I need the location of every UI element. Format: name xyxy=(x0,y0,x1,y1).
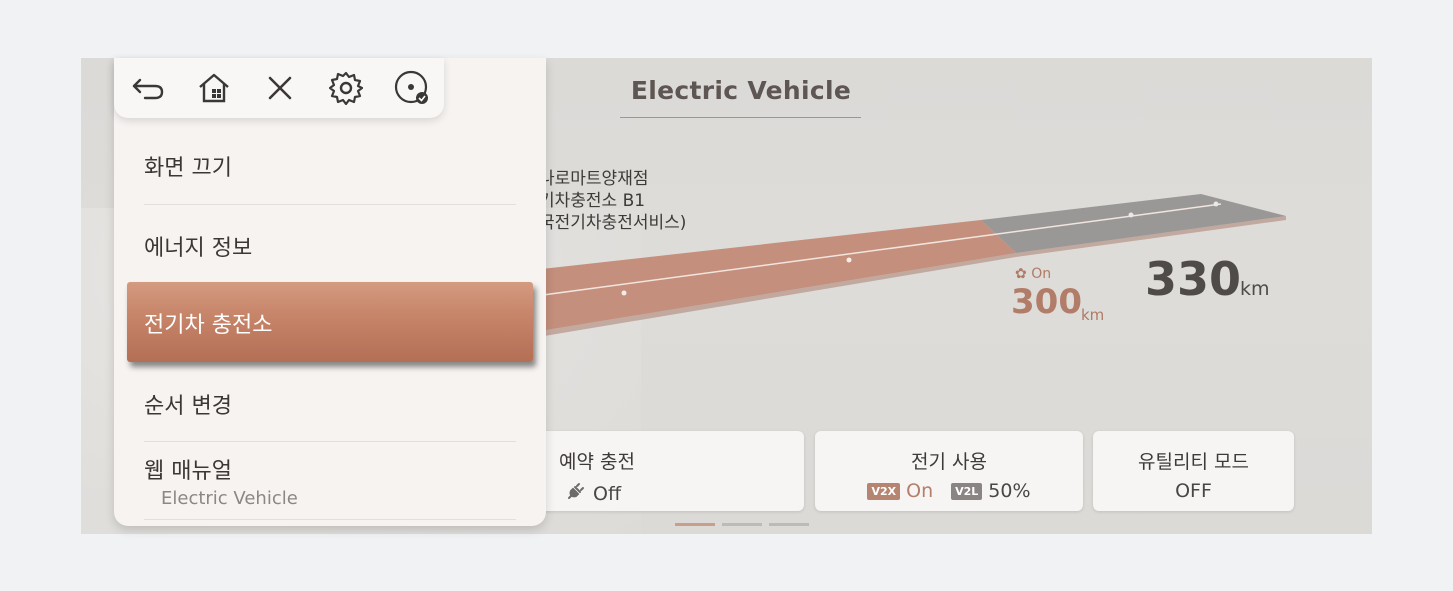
plug-icon xyxy=(565,480,587,507)
disc-icon[interactable] xyxy=(394,70,430,106)
range-value: 330 xyxy=(1145,252,1242,306)
ac-on-range-value: 300 xyxy=(1011,282,1082,322)
road-marker-3 xyxy=(1128,212,1134,218)
menu-item-ev-charging-station[interactable]: 전기차 충전소 xyxy=(127,282,533,362)
power-use-title: 전기 사용 xyxy=(911,451,987,473)
station-line-3: 국전기차충전서비스) xyxy=(539,213,687,233)
menu-item-screen-off[interactable]: 화면 끄기 xyxy=(144,150,516,182)
close-icon[interactable] xyxy=(262,70,298,106)
power-use-tile[interactable]: 전기 사용 V2X On V2L 50% xyxy=(815,431,1083,511)
range-unit: km xyxy=(1240,278,1270,300)
ac-on-label: ✿ On xyxy=(1015,266,1051,282)
page-dot-3 xyxy=(769,523,809,526)
power-use-status: V2X On V2L 50% xyxy=(815,480,1083,502)
home-icon[interactable] xyxy=(196,70,232,106)
station-line-2: 기차충전소 B1 xyxy=(539,191,646,211)
menu-toolbar xyxy=(114,58,444,118)
v2x-value: On xyxy=(906,480,934,502)
road-marker-1 xyxy=(621,290,627,296)
reserve-charge-tile[interactable]: 예약 충전 Off xyxy=(533,431,804,511)
menu-item-web-manual[interactable]: 웹 매뉴얼 xyxy=(144,453,516,485)
fan-icon: ✿ xyxy=(1015,266,1027,282)
side-menu: 화면 끄기 에너지 정보 전기차 충전소 순서 변경 웹 매뉴얼 Electri… xyxy=(114,58,546,526)
station-line-1: 나로마트양재점 xyxy=(539,169,649,189)
v2l-value: 50% xyxy=(988,480,1031,502)
web-manual-sublabel: Electric Vehicle xyxy=(161,488,298,509)
menu-item-reorder[interactable]: 순서 변경 xyxy=(144,388,516,420)
reserve-charge-title: 예약 충전 xyxy=(559,451,635,473)
page-indicator xyxy=(675,523,809,526)
road-marker-4 xyxy=(1213,201,1219,207)
page-dot-1 xyxy=(675,523,715,526)
title-underline xyxy=(620,117,861,118)
reserve-charge-value: Off xyxy=(593,482,622,505)
page-dot-2 xyxy=(722,523,762,526)
menu-divider xyxy=(144,204,516,205)
station-info: 나로마트양재점 기차충전소 B1 국전기차충전서비스) xyxy=(539,168,686,234)
ac-on-range-unit: km xyxy=(1081,306,1105,324)
back-icon[interactable] xyxy=(130,70,166,106)
v2x-badge: V2X xyxy=(867,482,901,500)
menu-divider xyxy=(144,519,516,520)
page-title: Electric Vehicle xyxy=(630,76,852,105)
utility-mode-value: OFF xyxy=(1175,480,1212,502)
v2l-badge: V2L xyxy=(951,482,983,500)
menu-item-energy-info[interactable]: 에너지 정보 xyxy=(144,230,516,262)
utility-mode-title: 유틸리티 모드 xyxy=(1138,451,1249,473)
utility-mode-tile[interactable]: 유틸리티 모드 OFF xyxy=(1093,431,1294,511)
road-marker-2 xyxy=(846,257,852,263)
ac-on-text: On xyxy=(1031,266,1052,282)
settings-icon[interactable] xyxy=(328,70,364,106)
menu-item-ev-charging-station-label: 전기차 충전소 xyxy=(144,313,273,338)
menu-divider xyxy=(144,441,516,442)
reserve-charge-status: Off xyxy=(533,480,804,507)
